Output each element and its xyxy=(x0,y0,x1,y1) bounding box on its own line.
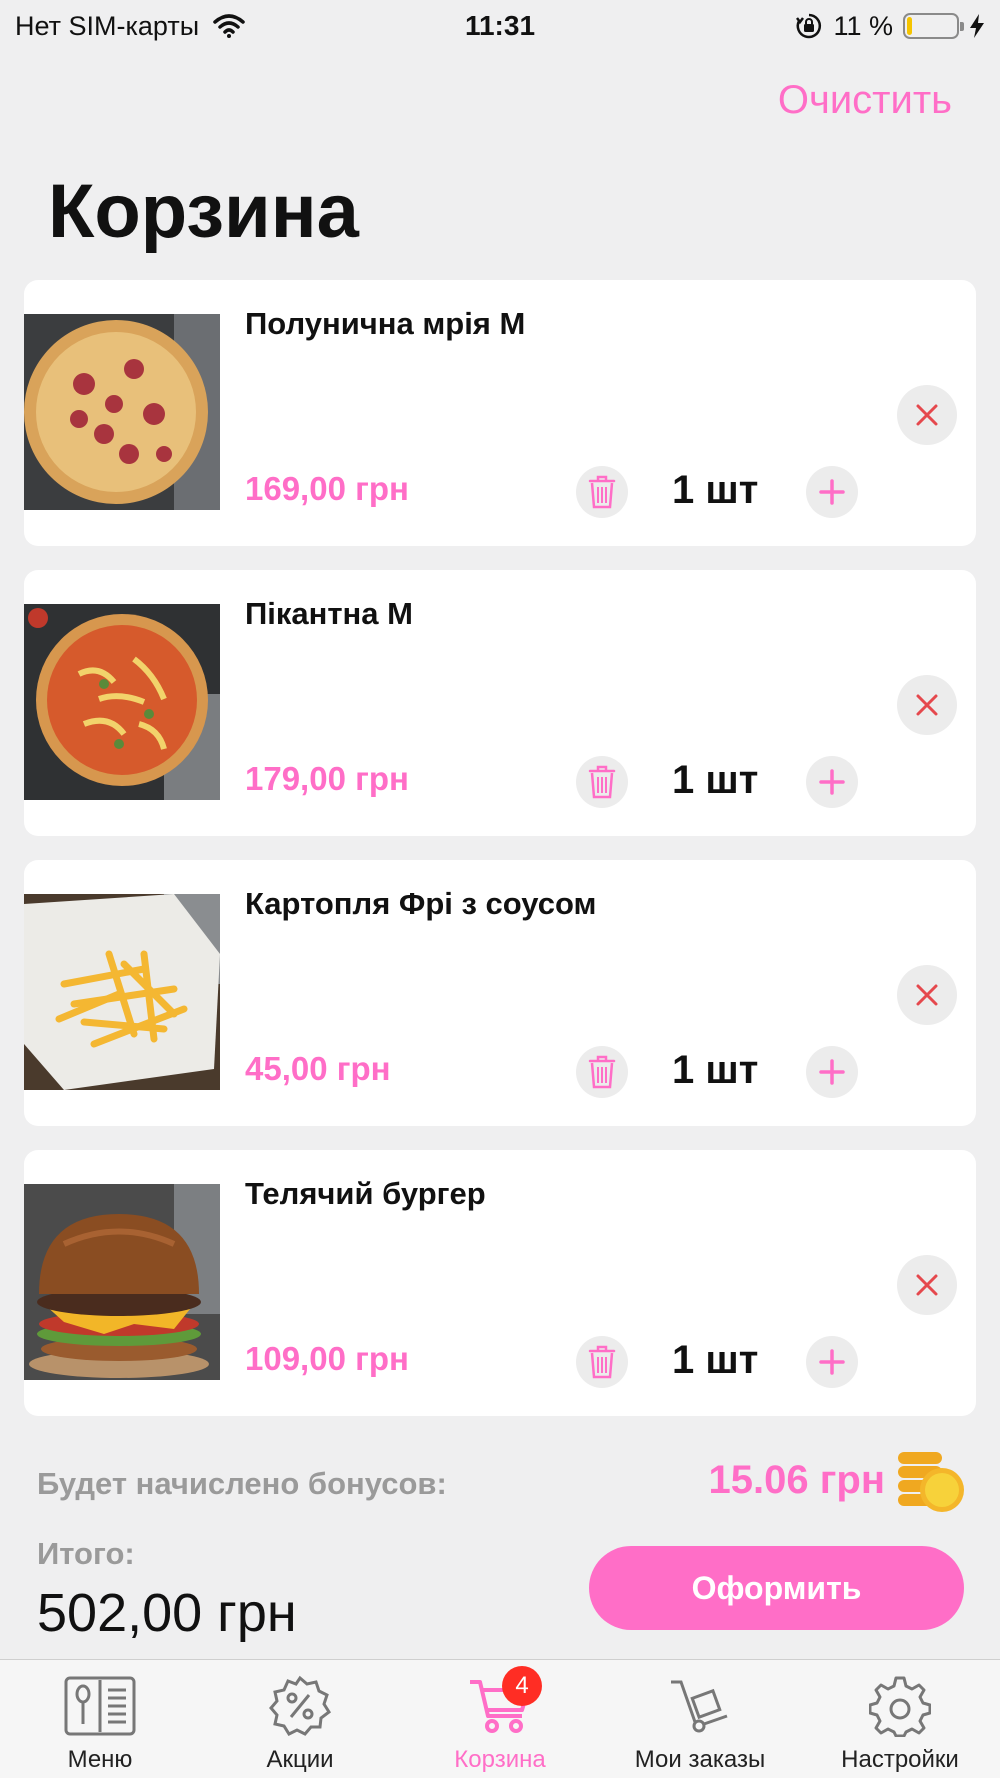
remove-item-button[interactable] xyxy=(897,1255,957,1315)
pizza-image xyxy=(24,604,220,800)
gear-icon xyxy=(862,1674,938,1738)
remove-item-button[interactable] xyxy=(897,965,957,1025)
cart-item: Полунична мрія M 169,00 грн 1 шт xyxy=(24,280,976,546)
carrier-text: Нет SIM-карты xyxy=(15,10,200,41)
plus-icon xyxy=(819,479,845,505)
status-left: Нет SIM-карты xyxy=(15,11,245,42)
burger-image xyxy=(24,1184,220,1380)
increase-button[interactable] xyxy=(806,1336,858,1388)
cart-item: Телячий бургер 109,00 грн 1 шт xyxy=(24,1150,976,1416)
increase-button[interactable] xyxy=(806,1046,858,1098)
item-price: 179,00 грн xyxy=(245,760,409,797)
plus-icon xyxy=(819,1349,845,1375)
total-label: Итого: xyxy=(37,1536,135,1571)
battery-icon xyxy=(903,13,964,39)
plus-icon xyxy=(819,1059,845,1085)
cart-list: Полунична мрія M 169,00 грн 1 шт Пікантн… xyxy=(24,280,976,1440)
remove-item-button[interactable] xyxy=(897,675,957,735)
cart-count-badge: 4 xyxy=(502,1666,542,1706)
item-price: 169,00 грн xyxy=(245,470,409,507)
orientation-lock-icon xyxy=(796,13,822,39)
status-right: 11 % xyxy=(795,11,985,42)
trash-icon xyxy=(588,1055,616,1089)
close-icon xyxy=(916,694,938,716)
item-name: Полунична мрія M xyxy=(245,306,526,341)
percent-badge-icon xyxy=(262,1674,338,1738)
tab-label: Корзина xyxy=(454,1746,546,1773)
bonus-value: 15.06 грн xyxy=(708,1458,885,1502)
item-price: 45,00 грн xyxy=(245,1050,391,1087)
page-title: Корзина xyxy=(48,169,359,254)
close-icon xyxy=(916,984,938,1006)
cart-icon: 4 xyxy=(462,1666,542,1738)
decrease-button[interactable] xyxy=(576,756,628,808)
item-name: Телячий бургер xyxy=(245,1176,486,1211)
tab-promotions[interactable]: Акции xyxy=(200,1660,400,1778)
decrease-button[interactable] xyxy=(576,1046,628,1098)
bonus-label: Будет начислено бонусов: xyxy=(37,1466,447,1501)
trash-icon xyxy=(588,1345,616,1379)
close-icon xyxy=(916,1274,938,1296)
item-name: Пікантна M xyxy=(245,596,413,631)
tab-cart[interactable]: 4 Корзина xyxy=(400,1660,600,1778)
tab-menu[interactable]: Меню xyxy=(0,1660,200,1778)
hand-truck-icon xyxy=(662,1674,738,1738)
trash-icon xyxy=(588,475,616,509)
menu-book-icon xyxy=(62,1674,138,1738)
tab-settings[interactable]: Настройки xyxy=(800,1660,1000,1778)
item-price: 109,00 грн xyxy=(245,1340,409,1377)
item-quantity: 1 шт xyxy=(672,1048,759,1092)
charging-bolt-icon xyxy=(970,14,984,38)
tab-label: Акции xyxy=(266,1746,334,1773)
cart-item: Картопля Фрі з соусом 45,00 грн 1 шт xyxy=(24,860,976,1126)
tab-bar: Меню Акции 4 Корзина Мои заказы Настройк… xyxy=(0,1659,1000,1778)
item-quantity: 1 шт xyxy=(672,468,759,512)
battery-level xyxy=(907,17,913,35)
remove-item-button[interactable] xyxy=(897,385,957,445)
close-icon xyxy=(916,404,938,426)
increase-button[interactable] xyxy=(806,756,858,808)
item-quantity: 1 шт xyxy=(672,1338,759,1382)
pizza-image xyxy=(24,314,220,510)
fries-image xyxy=(24,894,220,1090)
wifi-icon xyxy=(213,14,245,38)
item-name: Картопля Фрі з соусом xyxy=(245,886,597,921)
item-quantity: 1 шт xyxy=(672,758,759,802)
plus-icon xyxy=(819,769,845,795)
tab-label: Настройки xyxy=(841,1746,959,1773)
decrease-button[interactable] xyxy=(576,466,628,518)
tab-label: Меню xyxy=(67,1746,133,1773)
checkout-button[interactable]: Оформить xyxy=(589,1546,964,1630)
increase-button[interactable] xyxy=(806,466,858,518)
coins-icon xyxy=(898,1452,964,1512)
decrease-button[interactable] xyxy=(576,1336,628,1388)
tab-label: Мои заказы xyxy=(634,1746,766,1773)
battery-percent: 11 % xyxy=(833,10,893,41)
total-value: 502,00 грн xyxy=(37,1583,297,1643)
tab-my-orders[interactable]: Мои заказы xyxy=(600,1660,800,1778)
trash-icon xyxy=(588,765,616,799)
clear-cart-button[interactable]: Очистить xyxy=(778,78,952,123)
cart-item: Пікантна M 179,00 грн 1 шт xyxy=(24,570,976,836)
status-bar: Нет SIM-карты 11:31 11 % xyxy=(0,0,1000,52)
